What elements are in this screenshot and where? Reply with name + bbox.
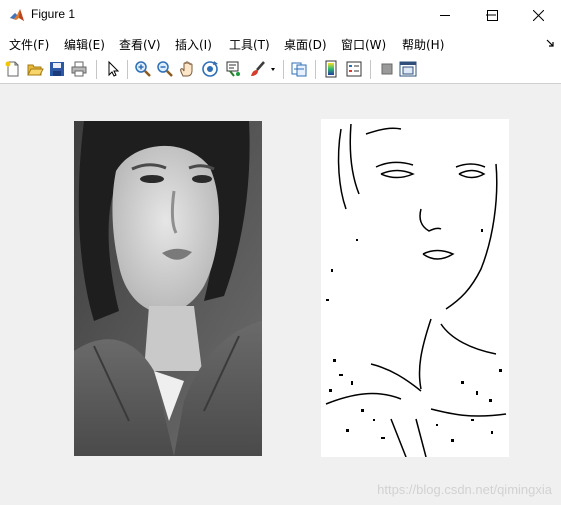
save-icon[interactable] <box>48 60 66 78</box>
legend-icon[interactable] <box>345 60 363 78</box>
open-file-icon[interactable] <box>26 60 44 78</box>
window-title: Figure 1 <box>31 7 76 21</box>
matlab-logo-icon <box>10 9 24 21</box>
figure-toolbar <box>0 56 561 84</box>
data-cursor-icon[interactable] <box>225 60 243 78</box>
menu-view[interactable]: 查看(V) <box>119 36 161 53</box>
brush-dropdown-arrow-icon[interactable] <box>268 60 278 78</box>
zoom-out-icon[interactable] <box>156 60 174 78</box>
new-figure-icon[interactable] <box>4 60 22 78</box>
brush-icon[interactable] <box>249 60 267 78</box>
pan-hand-icon[interactable] <box>178 60 196 78</box>
toolbar-separator <box>370 60 371 79</box>
menu-edit[interactable]: 编辑(E) <box>64 36 105 53</box>
maximize-button[interactable] <box>469 0 515 30</box>
show-plot-tools-icon[interactable] <box>399 60 417 78</box>
toolbar-separator <box>283 60 284 79</box>
binary-edge-image[interactable] <box>321 119 509 457</box>
print-icon[interactable] <box>70 60 88 78</box>
menu-help[interactable]: 帮助(H) <box>402 36 444 53</box>
hide-plot-tools-icon[interactable] <box>378 60 396 78</box>
menu-insert[interactable]: 插入(I) <box>175 36 212 53</box>
menu-file[interactable]: 文件(F) <box>9 36 49 53</box>
menu-tools[interactable]: 工具(T) <box>229 36 270 53</box>
minimize-button[interactable] <box>422 0 468 30</box>
toolbar-separator <box>96 60 97 79</box>
zoom-in-icon[interactable] <box>134 60 152 78</box>
menu-desktop[interactable]: 桌面(D) <box>284 36 327 53</box>
colorbar-icon[interactable] <box>322 60 340 78</box>
rotate-3d-icon[interactable] <box>201 60 219 78</box>
menu-window[interactable]: 窗口(W) <box>341 36 386 53</box>
figure-canvas[interactable] <box>0 84 561 505</box>
close-icon <box>532 9 544 21</box>
menu-bar: 文件(F) 编辑(E) 查看(V) 插入(I) 工具(T) 桌面(D) 窗口(W… <box>0 30 561 56</box>
grayscale-portrait-image[interactable] <box>74 121 262 456</box>
toolbar-separator <box>315 60 316 79</box>
watermark: https://blog.csdn.net/qimingxia <box>377 482 552 497</box>
toolbar-separator <box>127 60 128 79</box>
dock-arrow-icon[interactable] <box>545 38 555 48</box>
minimize-icon <box>440 15 450 16</box>
edit-plot-arrow-icon[interactable] <box>104 60 122 78</box>
link-plot-icon[interactable] <box>290 60 308 78</box>
maximize-icon <box>486 9 498 21</box>
close-button[interactable] <box>515 0 561 30</box>
